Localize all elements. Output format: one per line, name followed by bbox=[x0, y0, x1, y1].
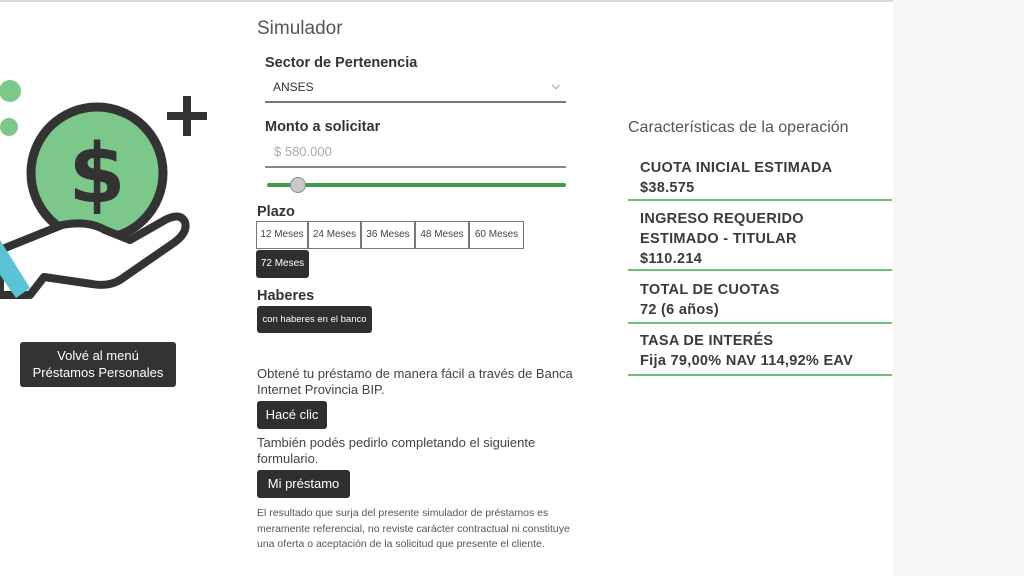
decor-dot-1-icon bbox=[0, 80, 21, 102]
right-gutter bbox=[893, 0, 1024, 576]
operation-item-ingreso: INGRESO REQUERIDO ESTIMADO - TITULAR $11… bbox=[628, 209, 892, 271]
page-title: Simulador bbox=[257, 18, 343, 39]
hand-icon bbox=[0, 212, 190, 299]
plazo-option-12[interactable]: 12 Meses bbox=[256, 221, 308, 249]
form-text: También podés pedirlo completando el sig… bbox=[257, 435, 536, 466]
haberes-option-button[interactable]: con haberes en el banco bbox=[257, 306, 372, 333]
slider-thumb[interactable] bbox=[289, 177, 306, 193]
plazo-option-72[interactable]: 72 Meses bbox=[256, 250, 309, 278]
chevron-down-icon: ⌵ bbox=[551, 80, 560, 92]
sector-select-value: ANSES bbox=[273, 80, 314, 94]
plazo-option-36[interactable]: 36 Meses bbox=[361, 221, 415, 249]
operation-item-value: $110.214 bbox=[640, 251, 703, 267]
operation-item-tasa: TASA DE INTERÉS Fija 79,00% NAV 114,92% … bbox=[628, 331, 892, 376]
back-button-line-1: Volvé al menú bbox=[57, 348, 139, 363]
plazo-label: Plazo bbox=[257, 204, 295, 220]
back-to-menu-button[interactable]: Volvé al menú Préstamos Personales bbox=[20, 342, 176, 387]
decor-dot-2-icon bbox=[0, 118, 18, 136]
mi-prestamo-button[interactable]: Mi préstamo bbox=[257, 470, 350, 498]
hace-clic-button[interactable]: Hacé clic bbox=[257, 401, 327, 429]
disclaimer-text: El resultado que surja del presente simu… bbox=[257, 507, 570, 550]
operation-item-value: Fija 79,00% NAV 114,92% EAV bbox=[640, 353, 854, 369]
monto-placeholder: $ 580.000 bbox=[274, 144, 332, 159]
operation-item-key: TASA DE INTERÉS bbox=[640, 333, 774, 349]
operation-item-total-cuotas: TOTAL DE CUOTAS 72 (6 años) bbox=[628, 280, 892, 324]
hand-holding-dollar-coin-icon: $ bbox=[0, 80, 207, 299]
top-divider bbox=[0, 0, 893, 2]
operation-item-key: TOTAL DE CUOTAS bbox=[640, 282, 780, 298]
operation-item-cuota: CUOTA INICIAL ESTIMADA $38.575 bbox=[628, 158, 892, 201]
monto-input[interactable]: $ 580.000 bbox=[265, 137, 566, 168]
dollar-sign-icon: $ bbox=[68, 127, 125, 222]
operation-item-key: CUOTA INICIAL ESTIMADA bbox=[640, 160, 833, 176]
back-button-line-2: Préstamos Personales bbox=[32, 365, 164, 380]
slider-track bbox=[267, 183, 566, 187]
sector-label: Sector de Pertenencia bbox=[265, 55, 418, 71]
plazo-option-60[interactable]: 60 Meses bbox=[469, 221, 524, 249]
monto-label: Monto a solicitar bbox=[265, 119, 381, 135]
plazo-option-24[interactable]: 24 Meses bbox=[308, 221, 361, 249]
plus-icon bbox=[167, 96, 207, 136]
operation-item-value: $38.575 bbox=[640, 180, 695, 196]
operation-item-value: 72 (6 años) bbox=[640, 302, 720, 318]
bip-text: Obtené tu préstamo de manera fácil a tra… bbox=[257, 366, 573, 397]
operation-title: Características de la operación bbox=[628, 119, 849, 136]
haberes-label: Haberes bbox=[257, 288, 315, 304]
sector-select[interactable]: ANSES ⌵ bbox=[265, 74, 566, 103]
monto-slider[interactable] bbox=[267, 176, 566, 194]
plazo-option-48[interactable]: 48 Meses bbox=[415, 221, 469, 249]
operation-item-key: INGRESO REQUERIDO ESTIMADO - TITULAR bbox=[640, 211, 804, 247]
